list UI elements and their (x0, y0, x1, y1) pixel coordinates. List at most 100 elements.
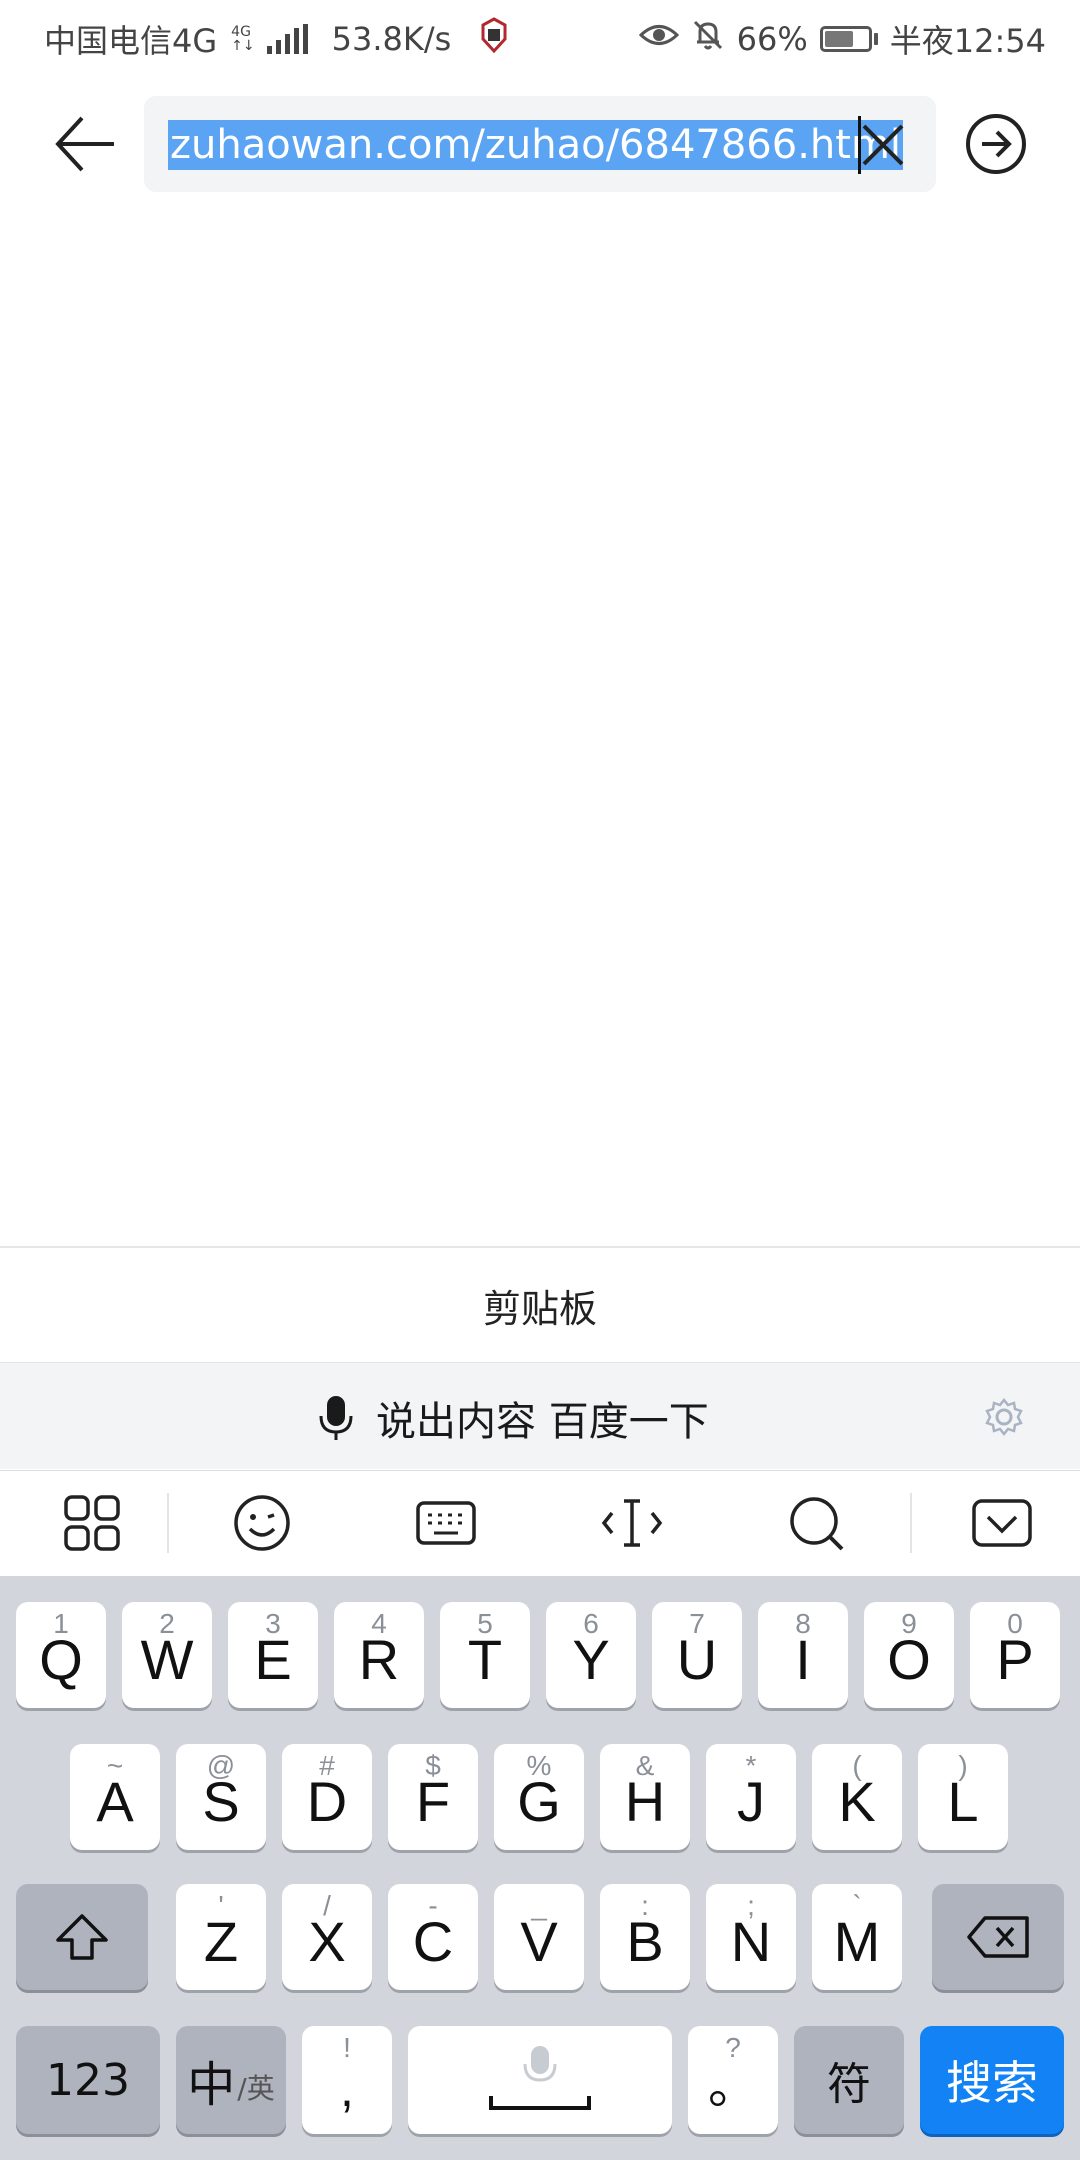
key-c[interactable]: -C (388, 1884, 478, 1990)
keyboard: 1Q2W3E4R5T6Y7U8I9O0P ~ A @ S # D $ F% G & H * J(K) L … (0, 1576, 1080, 2160)
clear-url-button[interactable] (858, 120, 908, 170)
key-label: X (308, 1910, 346, 1973)
back-button[interactable] (52, 112, 120, 176)
key-i[interactable]: 8I (758, 1602, 848, 1708)
symbols-key[interactable]: 符 (794, 2026, 904, 2134)
emoji-icon (234, 1495, 290, 1551)
lang-main-label: 中 (187, 2057, 236, 2113)
key-o[interactable]: 9O (864, 1602, 954, 1708)
key-w[interactable]: 2W (122, 1602, 212, 1708)
key-label: C (412, 1910, 454, 1973)
language-switch-key[interactable]: 中 /英 (176, 2026, 286, 2134)
key-label: W (140, 1628, 194, 1691)
key-label: L (947, 1770, 979, 1833)
keyboard-switch-button[interactable] (414, 1491, 478, 1555)
key-label: A (96, 1770, 134, 1833)
cursor-move-button[interactable] (600, 1491, 664, 1555)
key-label: F (415, 1770, 451, 1833)
shift-key[interactable] (16, 1884, 148, 1990)
backspace-icon (967, 1916, 1029, 1958)
key-label: R (358, 1628, 400, 1691)
key-f[interactable]: $ F (388, 1744, 478, 1850)
key-d[interactable]: # D (282, 1744, 372, 1850)
key-n[interactable]: ; N (706, 1884, 796, 1990)
voice-settings-button[interactable] (984, 1397, 1024, 1437)
url-input[interactable]: zuhaowan.com/zuhao/6847866.html (144, 96, 936, 192)
key-v[interactable]: _ V (494, 1884, 584, 1990)
key-r[interactable]: 4R (334, 1602, 424, 1708)
key-q[interactable]: 1Q (16, 1602, 106, 1708)
toolbar-divider (167, 1493, 169, 1553)
key-k[interactable]: (K (812, 1744, 902, 1850)
app-notification-icon (479, 17, 509, 61)
key-label: V (520, 1910, 558, 1973)
key-b[interactable]: :B (600, 1884, 690, 1990)
close-icon (862, 124, 904, 166)
url-text-selected[interactable]: zuhaowan.com/zuhao/6847866.html (168, 120, 904, 170)
key-u[interactable]: 7U (652, 1602, 742, 1708)
network-speed: 53.8K/s (331, 20, 452, 58)
gear-icon (985, 1397, 1023, 1437)
network-type-top: 4G (231, 24, 251, 40)
key-p[interactable]: 0P (970, 1602, 1060, 1708)
key-a[interactable]: ~ A (70, 1744, 160, 1850)
hide-keyboard-button[interactable] (970, 1491, 1034, 1555)
key-label: G (517, 1770, 561, 1833)
voice-search-label: 说出内容 百度一下 (376, 1399, 709, 1445)
comma-key[interactable]: ! , (302, 2026, 392, 2134)
search-submit-label: 搜索 (946, 2056, 1038, 2110)
keyboard-hide-icon (972, 1499, 1032, 1547)
shift-icon (56, 1914, 108, 1960)
voice-search-bar[interactable]: 说出内容 百度一下 (0, 1362, 1080, 1469)
key-label: I (795, 1628, 811, 1691)
go-button[interactable] (964, 112, 1028, 176)
key-label: U (676, 1628, 718, 1691)
grid-icon (64, 1495, 120, 1551)
key-label: J (737, 1770, 765, 1833)
emoji-button[interactable] (230, 1491, 294, 1555)
space-key[interactable] (408, 2026, 672, 2134)
carrier-label: 中国电信4G (44, 22, 218, 60)
key-m[interactable]: ` M (812, 1884, 902, 1990)
network-type-icon: 4G ↑↓ (231, 25, 254, 53)
key-label: Y (572, 1628, 610, 1691)
period-label: 。 (708, 2058, 758, 2114)
key-j[interactable]: * J (706, 1744, 796, 1850)
cursor-move-icon (601, 1499, 663, 1547)
key-label: E (254, 1628, 292, 1691)
clock: 半夜12:54 (889, 22, 1046, 60)
network-activity: ↑↓ (231, 38, 255, 54)
key-label: Z (203, 1910, 239, 1973)
numbers-key[interactable]: 123 (16, 2026, 160, 2134)
key-label: D (306, 1770, 348, 1833)
key-h[interactable]: & H (600, 1744, 690, 1850)
key-e[interactable]: 3E (228, 1602, 318, 1708)
key-t[interactable]: 5T (440, 1602, 530, 1708)
key-g[interactable]: % G (494, 1744, 584, 1850)
search-button[interactable] (784, 1491, 848, 1555)
key-label: O (887, 1628, 931, 1691)
symbols-key-label: 符 (827, 2059, 871, 2110)
backspace-key[interactable] (932, 1884, 1064, 1990)
battery-percent: 66% (736, 20, 808, 58)
clipboard-button[interactable]: 剪贴板 (0, 1246, 1080, 1362)
key-l[interactable]: ) L (918, 1744, 1008, 1850)
search-icon (790, 1497, 844, 1551)
comma-label: , (340, 2061, 354, 2117)
key-label: M (833, 1910, 881, 1973)
keyboard-toolbar (0, 1470, 1080, 1577)
key-s[interactable]: @ S (176, 1744, 266, 1850)
key-z[interactable]: ' Z (176, 1884, 266, 1990)
clipboard-label: 剪贴板 (482, 1286, 597, 1331)
lang-sub-label: /英 (237, 2072, 275, 2105)
key-label: P (996, 1628, 1034, 1691)
period-key[interactable]: ? 。 (688, 2026, 778, 2134)
key-label: K (838, 1770, 876, 1833)
mute-bell-icon (691, 18, 725, 60)
arrow-circle-right-icon (966, 114, 1026, 174)
key-label: H (624, 1770, 666, 1833)
key-y[interactable]: 6Y (546, 1602, 636, 1708)
grid-menu-button[interactable] (60, 1491, 124, 1555)
search-submit-key[interactable]: 搜索 (920, 2026, 1064, 2134)
key-x[interactable]: / X (282, 1884, 372, 1990)
